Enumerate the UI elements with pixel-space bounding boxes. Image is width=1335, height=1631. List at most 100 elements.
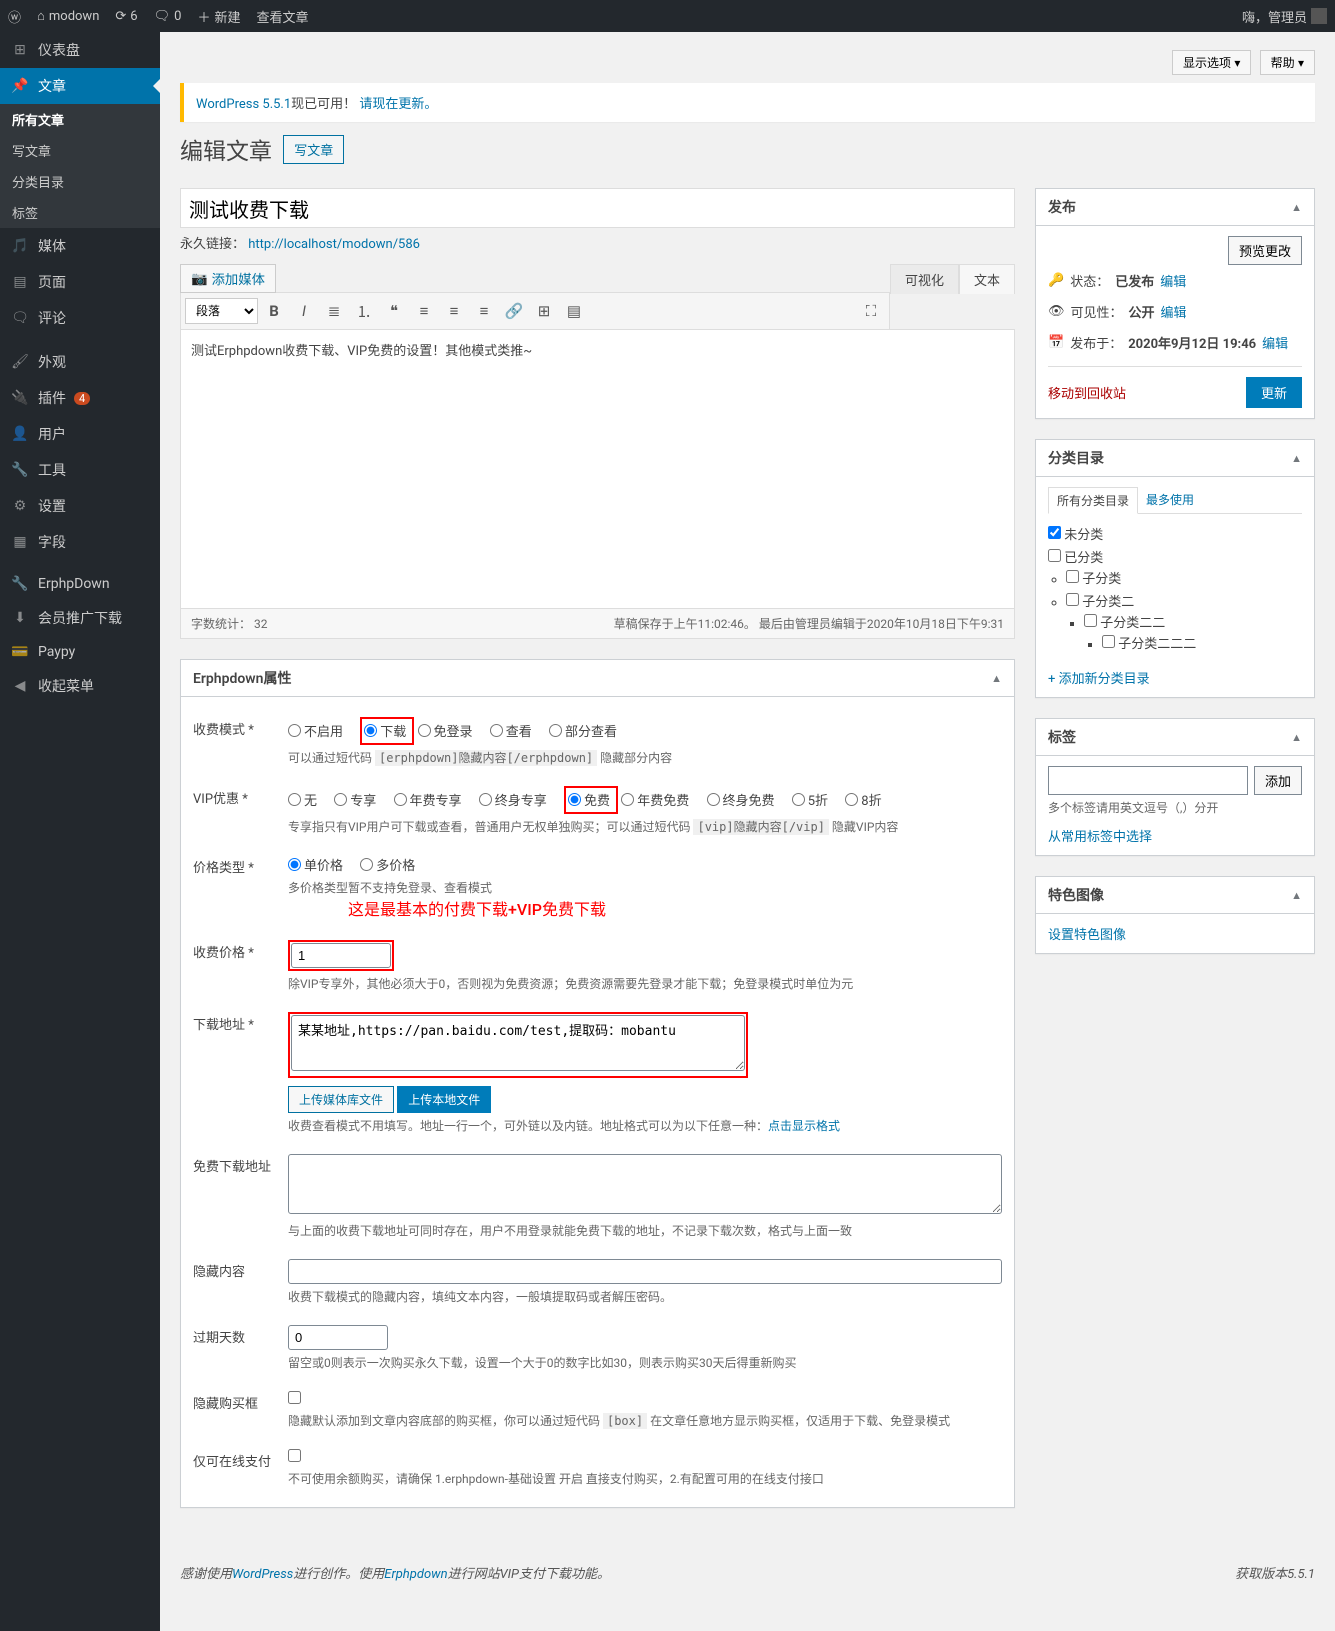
link-button[interactable]: 🔗	[500, 297, 528, 325]
quote-button[interactable]: ❝	[380, 297, 408, 325]
bold-button[interactable]: B	[260, 297, 288, 325]
wordpress-link[interactable]: WordPress	[232, 1567, 293, 1582]
vip-lfree[interactable]: 终身免费	[707, 790, 775, 809]
editor-content[interactable]: 测试Erphpdown收费下载、VIP免费的设置！其他模式类推~	[180, 329, 1015, 609]
menu-plugins[interactable]: 🔌插件 4	[0, 380, 160, 416]
menu-pages[interactable]: ▤页面	[0, 264, 160, 300]
toggle-button[interactable]: ▤	[560, 297, 588, 325]
fullscreen-button[interactable]: ⛶	[857, 297, 885, 325]
menu-fields[interactable]: ▦字段	[0, 524, 160, 560]
vip-life[interactable]: 终身专享	[479, 790, 547, 809]
mode-download[interactable]: 下载	[364, 721, 406, 740]
preview-button[interactable]: 预览更改	[1228, 236, 1302, 265]
mode-login[interactable]: 免登录	[418, 721, 473, 740]
add-media-button[interactable]: 📷添加媒体	[180, 264, 276, 293]
permalink-url[interactable]: http://localhost/modown/586	[248, 237, 420, 252]
submenu-tags[interactable]: 标签	[0, 197, 160, 228]
more-button[interactable]: ⊞	[530, 297, 558, 325]
align-right-button[interactable]: ≡	[470, 297, 498, 325]
menu-erphpdown[interactable]: 🔧ErphpDown	[0, 568, 160, 600]
menu-collapse[interactable]: ◀收起菜单	[0, 668, 160, 704]
submenu-categories[interactable]: 分类目录	[0, 166, 160, 197]
view-post[interactable]: 查看文章	[248, 7, 316, 26]
add-new-button[interactable]: 写文章	[283, 135, 344, 164]
edit-visibility-link[interactable]: 编辑	[1161, 302, 1187, 321]
cat-sub222[interactable]: 子分类二二二	[1102, 637, 1196, 652]
free-url-textarea[interactable]	[288, 1154, 1002, 1214]
cat-cat1[interactable]: 已分类	[1048, 551, 1103, 566]
tag-input[interactable]	[1048, 766, 1248, 795]
menu-settings[interactable]: ⚙设置	[0, 488, 160, 524]
vip-yfree[interactable]: 年费免费	[621, 790, 689, 809]
update-now-link[interactable]: 请现在更新。	[359, 97, 437, 112]
updates-link[interactable]: ⟳ 6	[107, 9, 145, 24]
add-tag-button[interactable]: 添加	[1254, 766, 1302, 795]
align-left-button[interactable]: ≡	[410, 297, 438, 325]
hidden-content-input[interactable]	[288, 1259, 1002, 1284]
visual-tab[interactable]: 可视化	[890, 264, 959, 294]
cat-sub1[interactable]: 子分类	[1066, 572, 1121, 587]
set-featured-image-link[interactable]: 设置特色图像	[1048, 928, 1126, 943]
ptype-multi[interactable]: 多价格	[360, 855, 415, 874]
vip-none[interactable]: 无	[288, 790, 317, 809]
post-title-input[interactable]	[180, 188, 1015, 228]
cat-sub22[interactable]: 子分类二二	[1084, 616, 1165, 631]
menu-posts[interactable]: 📌文章	[0, 68, 160, 104]
vip-free[interactable]: 免费	[568, 790, 610, 809]
edit-status-link[interactable]: 编辑	[1160, 271, 1186, 290]
choose-popular-tags-link[interactable]: 从常用标签中选择	[1048, 830, 1152, 845]
menu-promo[interactable]: ⬇会员推广下载	[0, 600, 160, 636]
categories-box-header[interactable]: 分类目录▲	[1036, 440, 1314, 477]
add-category-link[interactable]: + 添加新分类目录	[1048, 668, 1302, 687]
expire-input[interactable]	[288, 1325, 388, 1350]
upload-media-button[interactable]: 上传媒体库文件	[288, 1086, 394, 1113]
menu-paypy[interactable]: 💳Paypy	[0, 636, 160, 668]
download-url-textarea[interactable]: 某某地址,https://pan.baidu.com/test,提取码：moba…	[291, 1015, 745, 1071]
site-link[interactable]: ⌂ modown	[29, 8, 107, 24]
menu-tools[interactable]: 🔧工具	[0, 452, 160, 488]
submenu-all-posts[interactable]: 所有文章	[0, 104, 160, 135]
screen-options-button[interactable]: 显示选项 ▾	[1172, 50, 1251, 75]
show-format-link[interactable]: 点击显示格式	[768, 1119, 840, 1133]
vip-year[interactable]: 年费专享	[394, 790, 462, 809]
erphpdown-box-header[interactable]: Erphpdown属性▲	[181, 660, 1014, 697]
comments-link[interactable]: 🗨 0	[146, 9, 190, 24]
upload-local-button[interactable]: 上传本地文件	[397, 1086, 491, 1113]
ptype-single[interactable]: 单价格	[288, 855, 343, 874]
cat-uncategorized[interactable]: 未分类	[1048, 528, 1103, 543]
menu-users[interactable]: 👤用户	[0, 416, 160, 452]
tags-box-header[interactable]: 标签▲	[1036, 719, 1314, 756]
ul-button[interactable]: ≣	[320, 297, 348, 325]
all-categories-tab[interactable]: 所有分类目录	[1048, 487, 1138, 514]
featured-image-box-header[interactable]: 特色图像▲	[1036, 877, 1314, 914]
vip-exclusive[interactable]: 专享	[334, 790, 376, 809]
hidebuy-checkbox[interactable]	[288, 1391, 301, 1404]
text-tab[interactable]: 文本	[959, 264, 1015, 294]
wp-version-link[interactable]: WordPress 5.5.1	[196, 97, 291, 112]
cat-sub2[interactable]: 子分类二	[1066, 595, 1134, 610]
menu-dashboard[interactable]: ⊞仪表盘	[0, 32, 160, 68]
trash-link[interactable]: 移动到回收站	[1048, 383, 1126, 402]
new-content[interactable]: ＋ 新建	[189, 7, 248, 26]
update-button[interactable]: 更新	[1246, 377, 1302, 408]
edit-date-link[interactable]: 编辑	[1262, 333, 1288, 352]
popular-categories-tab[interactable]: 最多使用	[1138, 487, 1202, 513]
mode-view[interactable]: 查看	[490, 721, 532, 740]
mode-off[interactable]: 不启用	[288, 721, 343, 740]
price-input[interactable]	[291, 943, 391, 968]
vip-d5[interactable]: 5折	[792, 790, 828, 809]
erphpdown-link[interactable]: Erphpdown	[384, 1567, 447, 1582]
menu-appearance[interactable]: 🖌外观	[0, 344, 160, 380]
menu-media[interactable]: 🎵媒体	[0, 228, 160, 264]
submenu-new-post[interactable]: 写文章	[0, 135, 160, 166]
wp-logo[interactable]: ⓦ	[0, 7, 29, 26]
publish-box-header[interactable]: 发布▲	[1036, 189, 1314, 226]
help-button[interactable]: 帮助 ▾	[1260, 50, 1315, 75]
vip-d8[interactable]: 8折	[845, 790, 881, 809]
menu-comments[interactable]: 🗨评论	[0, 300, 160, 336]
online-checkbox[interactable]	[288, 1449, 301, 1462]
mode-partial[interactable]: 部分查看	[549, 721, 617, 740]
align-center-button[interactable]: ≡	[440, 297, 468, 325]
format-select[interactable]: 段落	[185, 298, 258, 324]
version-link[interactable]: 获取版本5.5.1	[1235, 1563, 1315, 1582]
